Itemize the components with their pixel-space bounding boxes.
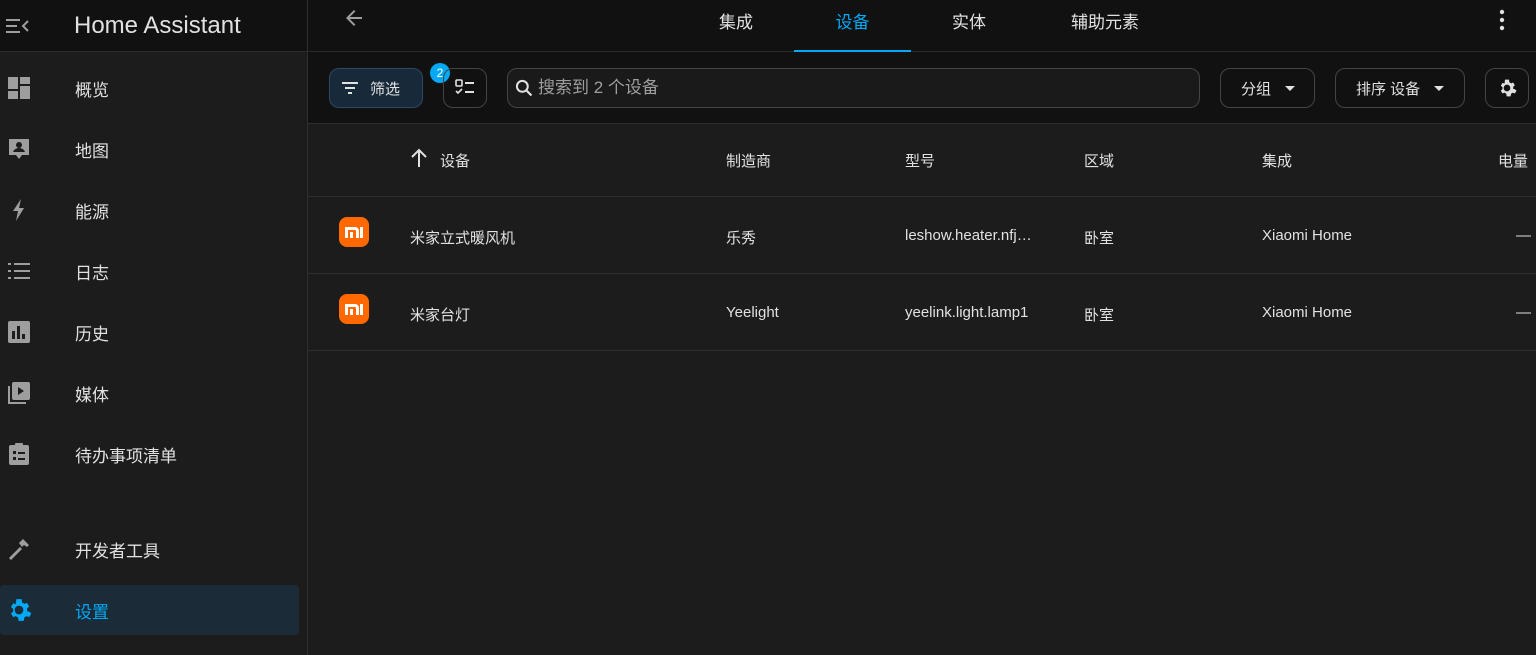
device-battery: — (1516, 227, 1531, 244)
column-header-area[interactable]: 区域 (1084, 150, 1114, 171)
device-name: 米家台灯 (410, 307, 471, 324)
play-box-multiple-icon (6, 380, 32, 406)
device-name: 米家立式暖风机 (410, 230, 516, 247)
filter-variant-icon (342, 82, 358, 94)
list-icon (6, 258, 32, 284)
sidebar-item-history[interactable]: 历史 (0, 307, 308, 357)
menu-open-icon (6, 18, 29, 33)
devices-table: 设备 制造商 型号 区域 集成 电量 米家立式暖风机 乐秀 leshow.hea… (308, 124, 1536, 351)
back-button[interactable] (338, 4, 370, 32)
group-by-dropdown[interactable]: 分组 (1220, 68, 1315, 108)
device-model: yeelink.light.lamp1 (905, 304, 1029, 321)
menu-toggle-button[interactable] (0, 8, 40, 44)
table-header: 设备 制造商 型号 区域 集成 电量 (308, 124, 1536, 197)
search-input[interactable] (538, 78, 1178, 98)
column-header-battery[interactable]: 电量 (1498, 150, 1528, 171)
device-integration: Xiaomi Home (1262, 227, 1353, 244)
sidebar-item-map[interactable]: 地图 (0, 124, 308, 174)
xiaomi-logo-icon (339, 294, 369, 324)
order-checkbox-icon (455, 79, 474, 95)
column-header-device[interactable]: 设备 (440, 150, 470, 171)
sidebar-item-label: 地图 (75, 141, 109, 161)
map-account-icon (6, 136, 32, 162)
sidebar-item-logbook[interactable]: 日志 (0, 246, 308, 296)
sidebar-item-label: 能源 (75, 202, 109, 222)
sidebar-item-label: 概览 (75, 80, 109, 100)
device-integration: Xiaomi Home (1262, 304, 1353, 321)
filter-button[interactable]: 筛选 2 (329, 63, 450, 108)
sort-ascending-icon[interactable] (410, 148, 428, 172)
top-app-bar: 集成 设备 实体 辅助元素 (308, 0, 1536, 52)
sidebar-item-label: 媒体 (75, 385, 109, 405)
device-area: 卧室 (1084, 307, 1115, 324)
device-model: leshow.heater.nfj… (905, 227, 1032, 244)
sidebar-item-label: 待办事项清单 (75, 446, 177, 466)
more-options-button[interactable] (1492, 6, 1512, 34)
column-header-integration[interactable]: 集成 (1262, 150, 1292, 171)
caret-down-icon (1434, 85, 1445, 91)
device-manufacturer: Yeelight (726, 304, 779, 321)
cog-icon (6, 597, 32, 623)
cog-icon (1500, 79, 1517, 97)
dots-vertical-icon (1499, 9, 1505, 31)
table-row[interactable]: 米家立式暖风机 乐秀 leshow.heater.nfj… 卧室 Xiaomi … (308, 197, 1536, 274)
table-row[interactable]: 米家台灯 Yeelight yeelink.light.lamp1 卧室 Xia… (308, 274, 1536, 351)
xiaomi-logo-icon (339, 217, 369, 247)
device-manufacturer: 乐秀 (726, 230, 757, 247)
selection-mode-button[interactable] (443, 68, 487, 108)
sidebar-item-settings[interactable]: 设置 (0, 585, 299, 635)
sidebar-item-label: 设置 (75, 602, 109, 622)
search-field[interactable] (507, 68, 1200, 108)
sidebar-item-overview[interactable]: 概览 (0, 63, 308, 113)
sort-by-dropdown[interactable]: 排序 设备 (1335, 68, 1465, 108)
filter-label: 筛选 (370, 80, 401, 98)
app-title: Home Assistant (74, 11, 241, 39)
tab-helpers[interactable]: 辅助元素 (1050, 0, 1160, 52)
tab-entities[interactable]: 实体 (935, 0, 1003, 52)
lightning-bolt-icon (6, 197, 32, 223)
clipboard-list-icon (6, 441, 32, 467)
device-battery: — (1516, 304, 1531, 321)
sidebar-header: Home Assistant (0, 0, 307, 52)
column-header-manufacturer[interactable]: 制造商 (726, 150, 771, 171)
search-icon (515, 79, 533, 97)
hammer-icon (6, 536, 32, 562)
sidebar-item-energy[interactable]: 能源 (0, 185, 308, 235)
table-settings-button[interactable] (1485, 68, 1529, 108)
caret-down-icon (1285, 85, 1296, 91)
table-toolbar: 筛选 2 分组 排序 设备 (308, 52, 1536, 124)
sidebar: Home Assistant 概览 地图 能源 日志 历史 媒体 待办事项清单 … (0, 0, 308, 655)
tab-integrations[interactable]: 集成 (702, 0, 770, 52)
arrow-left-icon (346, 10, 362, 26)
chart-box-icon (6, 319, 32, 345)
sidebar-item-media[interactable]: 媒体 (0, 368, 308, 418)
sidebar-item-label: 日志 (75, 263, 109, 283)
sidebar-item-label: 开发者工具 (75, 541, 160, 561)
tab-devices[interactable]: 设备 (794, 0, 911, 52)
sidebar-item-todo[interactable]: 待办事项清单 (0, 429, 308, 479)
sidebar-item-developer-tools[interactable]: 开发者工具 (0, 524, 308, 574)
sidebar-item-label: 历史 (75, 324, 109, 344)
column-header-model[interactable]: 型号 (905, 150, 935, 171)
device-area: 卧室 (1084, 230, 1115, 247)
sort-by-label: 排序 设备 (1356, 80, 1421, 98)
dashboard-icon (6, 75, 32, 101)
group-by-label: 分组 (1241, 80, 1272, 98)
